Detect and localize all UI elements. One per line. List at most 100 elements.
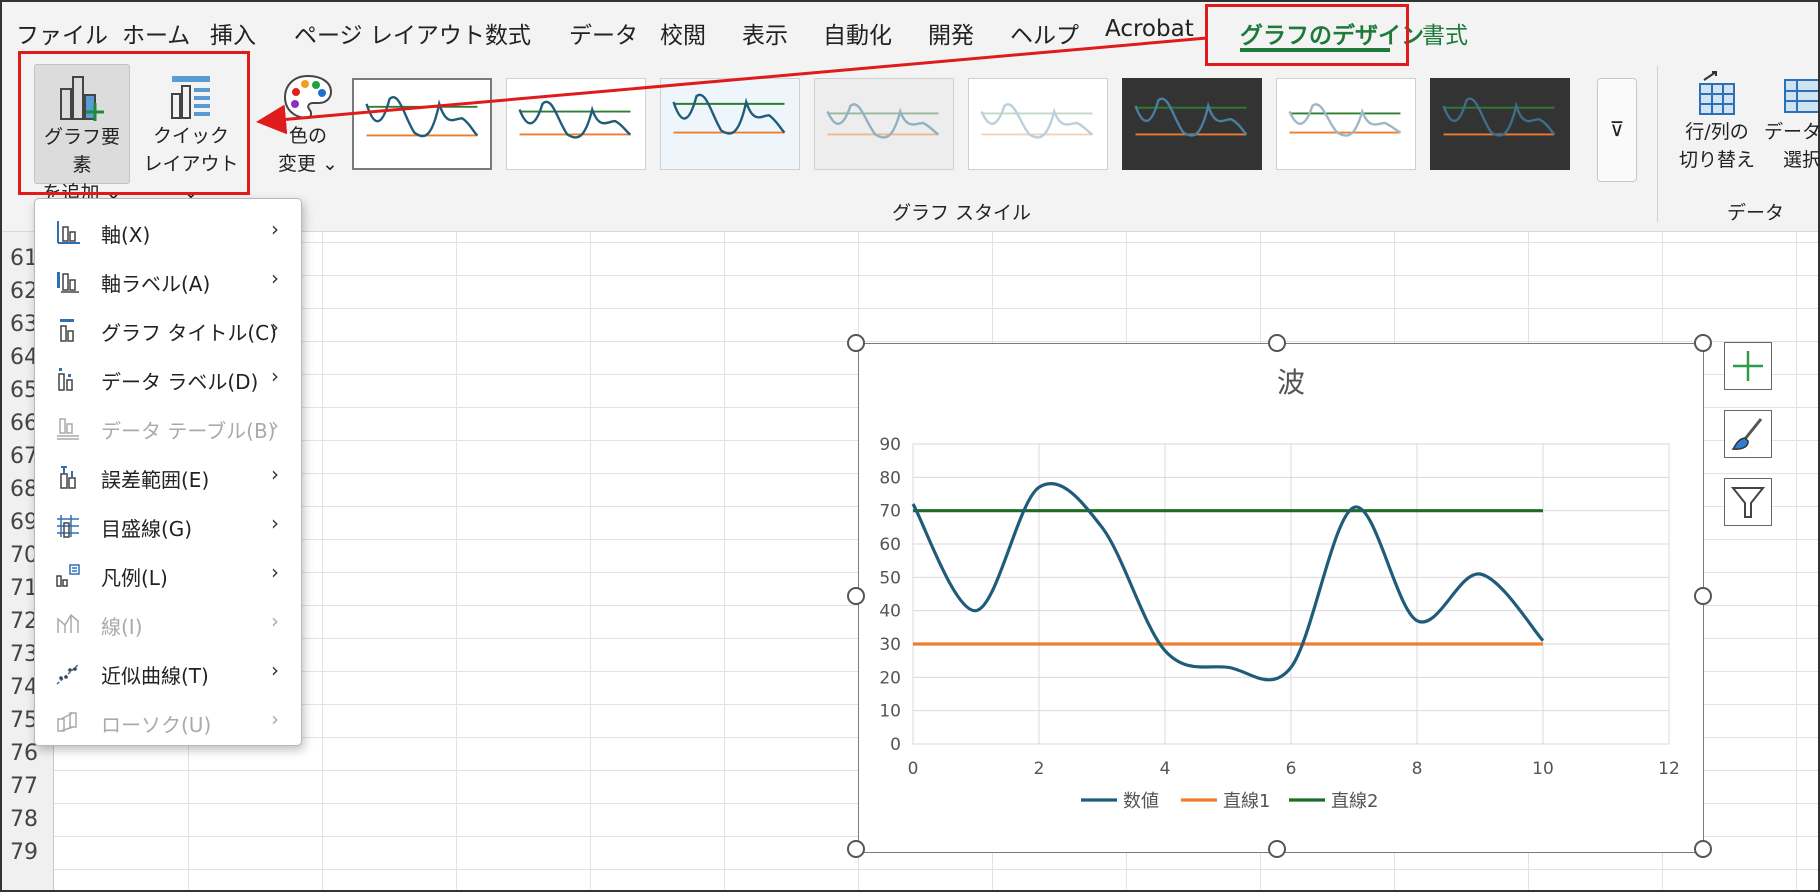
tab-view[interactable]: 表示 <box>742 16 788 50</box>
x-tick-label: 10 <box>1532 759 1554 779</box>
resize-handle-left[interactable] <box>847 587 865 605</box>
chart-style-4[interactable] <box>814 78 954 170</box>
filter-icon <box>1730 487 1766 518</box>
tab-acrobat[interactable]: Acrobat <box>1105 16 1194 42</box>
gridlines-icon <box>55 513 81 539</box>
resize-handle-right[interactable] <box>1694 587 1712 605</box>
menu-item-lines[interactable]: 線(I) › <box>35 599 301 648</box>
menu-item-label: 軸ラベル(A) <box>101 272 211 296</box>
select-data-button[interactable]: データの 選択 <box>1762 70 1820 190</box>
row-gridline <box>54 869 1818 870</box>
tab-page-layout[interactable]: ページ レイアウト <box>294 16 485 50</box>
chart-area[interactable]: 波 0 10 20 30 40 50 60 70 80 90 0 2 4 6 8 10 12 数値 直線1 直線2 <box>858 343 1704 853</box>
menu-item-trendline[interactable]: 近似曲線(T) › <box>35 648 301 697</box>
series-line-0 <box>911 481 1545 682</box>
x-tick-label: 8 <box>1412 759 1423 779</box>
resize-handle-bottom-left[interactable] <box>847 840 865 858</box>
submenu-arrow-icon: › <box>271 315 279 339</box>
submenu-arrow-icon: › <box>271 511 279 535</box>
submenu-arrow-icon: › <box>271 609 279 633</box>
brush-icon <box>1731 418 1763 450</box>
menu-item-gridlines[interactable]: 目盛線(G) › <box>35 501 301 550</box>
chart-style-5[interactable] <box>968 78 1108 170</box>
data-label-icon <box>55 366 81 392</box>
annotation-box-chart-design-tab <box>1205 4 1409 66</box>
tab-format[interactable]: 書式 <box>1422 16 1468 50</box>
menu-item-data-label[interactable]: データ ラベル(D) › <box>35 354 301 403</box>
menu-item-data-table[interactable]: データ テーブル(B) › <box>35 403 301 452</box>
tab-automate[interactable]: 自動化 <box>823 16 892 50</box>
resize-handle-bottom[interactable] <box>1268 840 1286 858</box>
resize-handle-top-left[interactable] <box>847 334 865 352</box>
menu-bar: ファイル ホーム 挿入 ページ レイアウト 数式 データ 校閲 表示 自動化 開… <box>2 2 1818 56</box>
trendline-icon <box>55 660 81 686</box>
menu-item-legend[interactable]: 凡例(L) › <box>35 550 301 599</box>
menu-item-label: ローソク(U) <box>101 713 212 737</box>
x-tick-label: 0 <box>908 759 919 779</box>
column-gridline <box>322 232 323 890</box>
chart-plot: 波 0 10 20 30 40 50 60 70 80 90 0 2 4 6 8 10 12 数値 直線1 直線2 <box>879 366 1680 812</box>
y-tick-label: 90 <box>879 435 901 455</box>
axis-icon <box>55 219 81 245</box>
chart-title: 波 <box>1277 366 1305 399</box>
submenu-arrow-icon: › <box>271 560 279 584</box>
x-tick-label: 6 <box>1286 759 1297 779</box>
chart-style-gallery <box>352 78 1642 178</box>
y-tick-label: 30 <box>879 635 901 655</box>
switch-row-column-icon <box>1699 71 1735 115</box>
menu-item-updown-bars[interactable]: ローソク(U) › <box>35 697 301 746</box>
select-data-label-2: 選択 <box>1782 149 1820 171</box>
x-tick-label: 12 <box>1658 759 1680 779</box>
row-number[interactable]: 77 <box>10 774 50 799</box>
chart-style-2[interactable] <box>506 78 646 170</box>
column-gridline <box>724 232 725 890</box>
tab-developer[interactable]: 開発 <box>928 16 974 50</box>
tab-data[interactable]: データ <box>569 16 638 50</box>
submenu-arrow-icon: › <box>271 217 279 241</box>
change-colors-label-2: 変更 ⌄ <box>278 153 338 175</box>
menu-item-axis[interactable]: 軸(X) › <box>35 207 301 256</box>
row-gridline <box>54 275 1818 276</box>
row-number[interactable]: 78 <box>10 807 50 832</box>
chart-filters-button[interactable] <box>1724 478 1772 526</box>
tab-help[interactable]: ヘルプ <box>1010 16 1079 50</box>
gallery-more-button[interactable]: ⊽ <box>1597 78 1637 182</box>
resize-handle-bottom-right[interactable] <box>1694 840 1712 858</box>
resize-handle-top-right[interactable] <box>1694 334 1712 352</box>
chart-style-7[interactable] <box>1276 78 1416 170</box>
excel-window: ファイル ホーム 挿入 ページ レイアウト 数式 データ 校閲 表示 自動化 開… <box>0 0 1820 892</box>
tab-review[interactable]: 校閲 <box>660 16 706 50</box>
palette-icon <box>283 74 333 120</box>
chart-elements-button[interactable] <box>1724 342 1772 390</box>
plus-icon <box>1733 351 1763 381</box>
switch-row-column-label-2: 切り替え <box>1678 149 1755 171</box>
menu-item-error-bars[interactable]: 誤差範囲(E) › <box>35 452 301 501</box>
chart-styles-group-label: グラフ スタイル <box>892 202 1032 224</box>
y-tick-label: 20 <box>879 668 901 688</box>
resize-handle-top[interactable] <box>1268 334 1286 352</box>
tab-formulas[interactable]: 数式 <box>485 16 531 50</box>
row-gridline <box>54 341 1818 342</box>
menu-item-label: 軸(X) <box>101 223 151 247</box>
row-number[interactable]: 79 <box>10 840 50 865</box>
tab-insert[interactable]: 挿入 <box>210 16 256 50</box>
chart-styles-button[interactable] <box>1724 410 1772 458</box>
legend-label: 直線1 <box>1223 791 1270 812</box>
tab-home[interactable]: ホーム <box>122 16 190 50</box>
menu-item-axis-label[interactable]: 軸ラベル(A) › <box>35 256 301 305</box>
axis-label-icon <box>55 268 81 294</box>
chart-style-3[interactable] <box>660 78 800 170</box>
menu-item-label: 線(I) <box>101 615 143 639</box>
submenu-arrow-icon: › <box>271 413 279 437</box>
chart-style-1[interactable] <box>352 78 492 170</box>
change-colors-button[interactable]: 色の 変更 ⌄ <box>268 64 348 184</box>
tab-file[interactable]: ファイル <box>16 16 108 50</box>
chart-style-6[interactable] <box>1122 78 1262 170</box>
y-tick-label: 60 <box>879 535 901 555</box>
chart-title-icon <box>55 317 81 343</box>
switch-row-column-label-1: 行/列の <box>1685 121 1749 143</box>
submenu-arrow-icon: › <box>271 364 279 388</box>
menu-item-chart-title[interactable]: グラフ タイトル(C) › <box>35 305 301 354</box>
switch-row-column-button[interactable]: 行/列の 切り替え <box>1672 70 1762 190</box>
chart-style-8[interactable] <box>1430 78 1570 170</box>
